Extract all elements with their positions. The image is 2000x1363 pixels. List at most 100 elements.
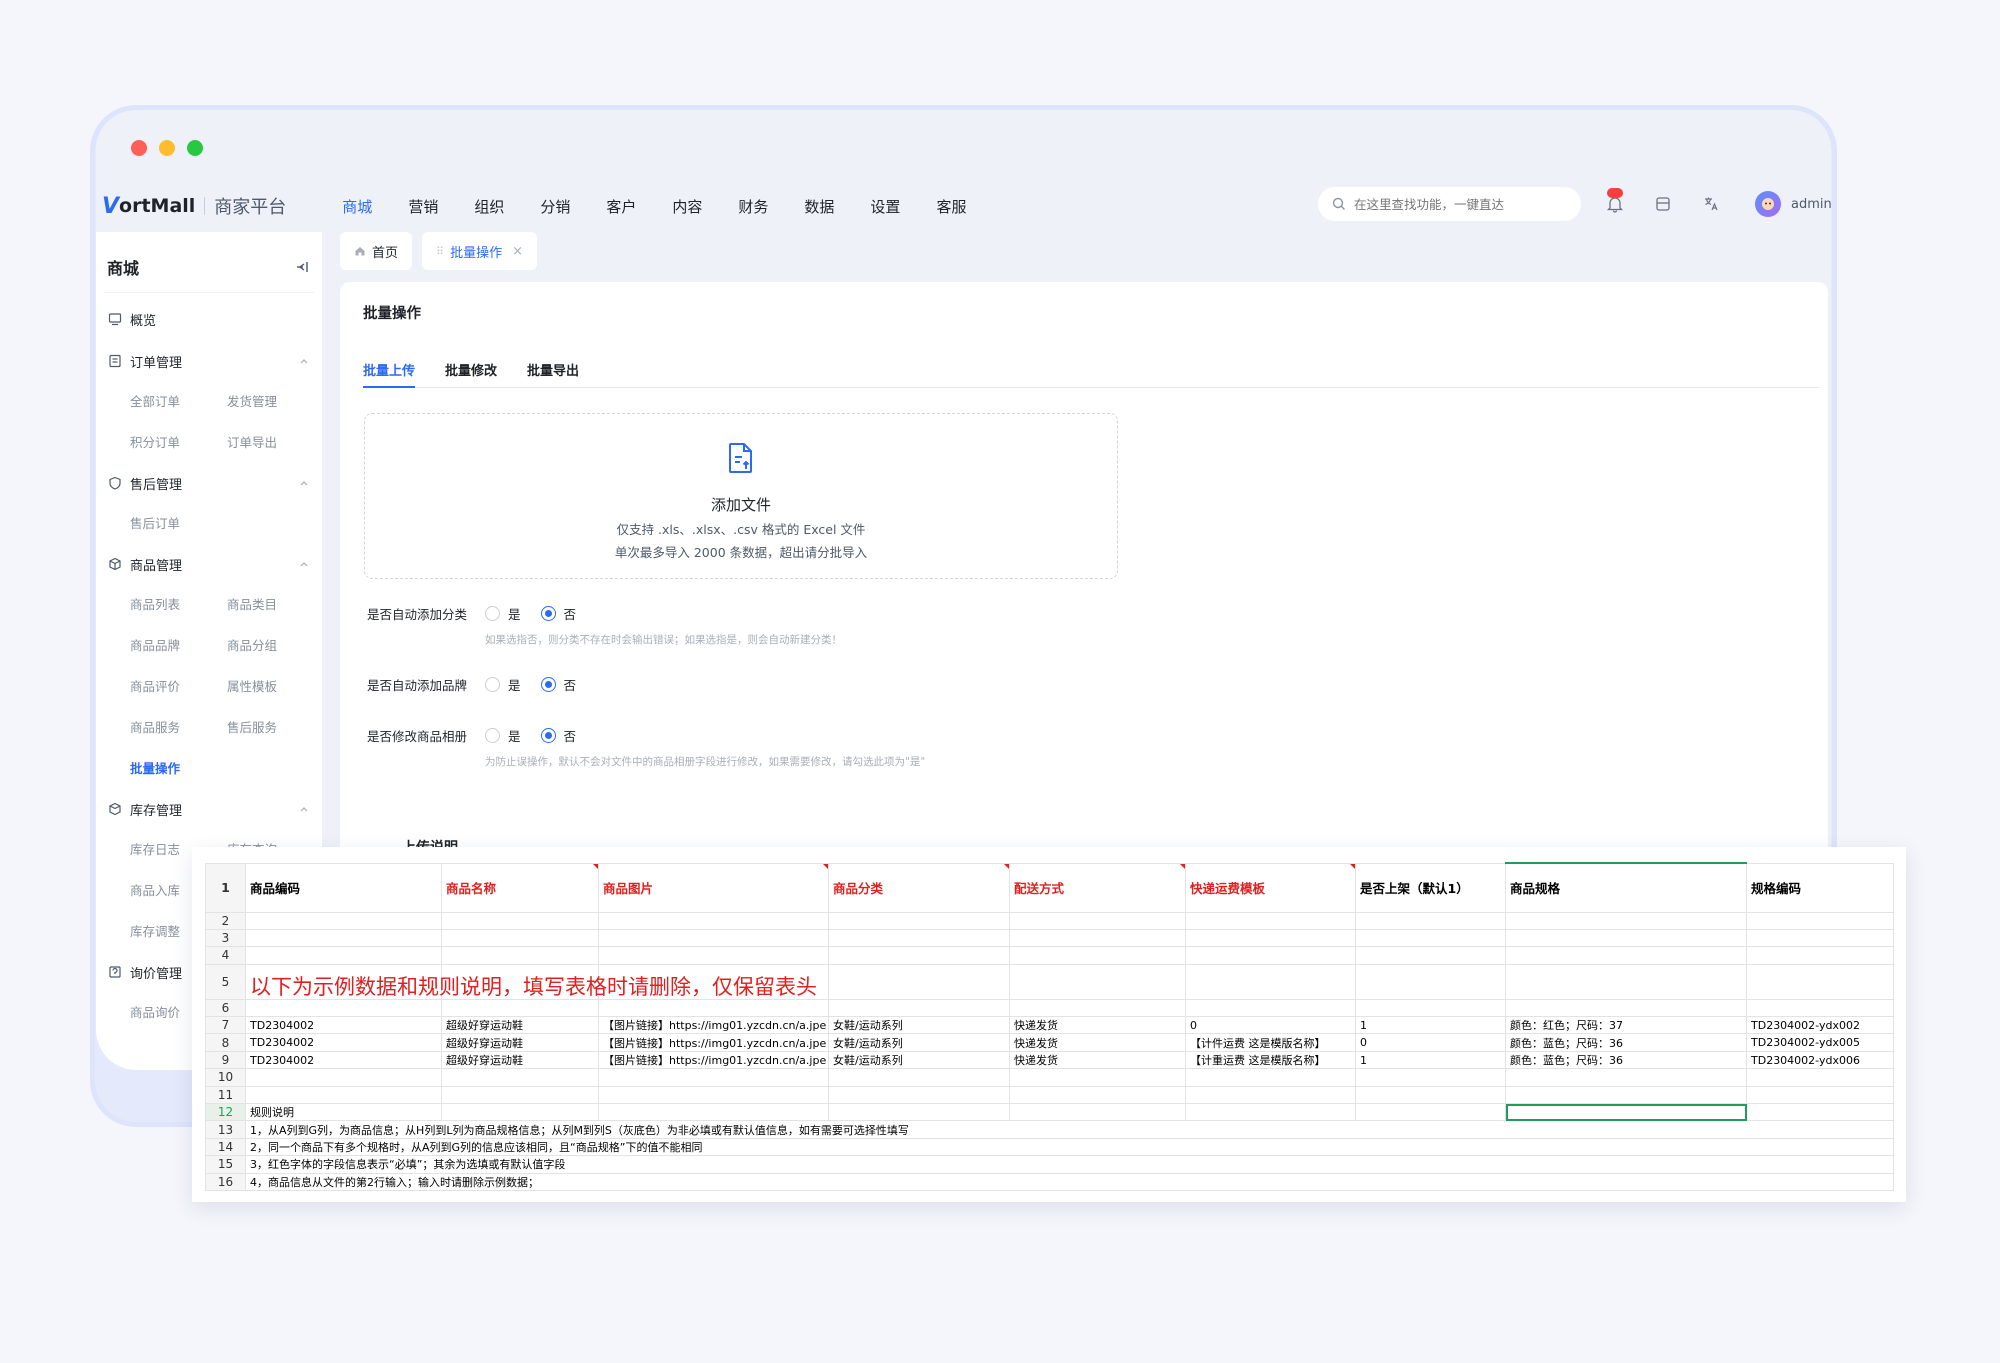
cell[interactable] <box>598 928 829 948</box>
cell[interactable]: 0 <box>1185 1016 1356 1035</box>
row-number[interactable]: 11 <box>205 1085 246 1105</box>
cell[interactable] <box>1355 928 1506 948</box>
cell[interactable]: 1 <box>1355 1016 1506 1035</box>
close-icon[interactable]: × <box>512 244 523 259</box>
cell[interactable] <box>1009 1068 1186 1087</box>
cell[interactable] <box>1185 1085 1356 1105</box>
menu-item-customer[interactable]: 客户 <box>606 192 636 221</box>
cell[interactable] <box>1505 946 1747 965</box>
sidebar-item-points-orders[interactable]: 积分订单 <box>130 422 227 463</box>
sidebar-item-product-list[interactable]: 商品列表 <box>130 584 227 625</box>
cell[interactable]: 超级好穿运动鞋 <box>441 1033 599 1052</box>
cell[interactable] <box>1009 998 1186 1018</box>
tab-batch-operation[interactable]: ⠿ 批量操作 × <box>422 232 537 270</box>
cell[interactable]: 0 <box>1355 1033 1506 1052</box>
sidebar-item-product-group[interactable]: 商品分组 <box>227 625 324 666</box>
drag-handle-icon[interactable]: ⠿ <box>436 245 444 258</box>
cell[interactable]: 颜色：红色；尺码：37 <box>1505 1016 1747 1035</box>
cell[interactable] <box>1746 1085 1894 1105</box>
cell[interactable] <box>828 963 1010 1000</box>
cell[interactable] <box>598 1068 829 1087</box>
notification-button[interactable] <box>1603 188 1627 216</box>
row-number[interactable]: 16 <box>205 1172 246 1191</box>
store-button[interactable] <box>1651 192 1675 216</box>
cell[interactable] <box>1746 928 1894 948</box>
sidebar-group-orders[interactable]: 订单管理 <box>96 341 322 381</box>
cell[interactable]: 快递发货 <box>1009 1016 1186 1035</box>
tab-batch-export[interactable]: 批量导出 <box>527 360 579 388</box>
search-input[interactable] <box>1354 196 1574 212</box>
menu-item-distribution[interactable]: 分销 <box>540 192 570 221</box>
cell[interactable]: TD2304002 <box>245 1050 442 1070</box>
cell[interactable] <box>828 1068 1010 1087</box>
cell[interactable]: TD2304002 <box>245 1033 442 1052</box>
cell[interactable]: TD2304002-ydx002 <box>1746 1016 1894 1035</box>
cell[interactable] <box>828 998 1010 1018</box>
file-upload-area[interactable]: 添加文件 仅支持 .xls、.xlsx、.csv 格式的 Excel 文件 单次… <box>364 413 1118 579</box>
row-number[interactable]: 5 <box>205 963 246 1000</box>
row-number[interactable]: 10 <box>205 1068 246 1087</box>
cell[interactable] <box>441 928 599 948</box>
menu-item-service[interactable]: 客服 <box>936 192 966 221</box>
header-cell[interactable]: 商品分类 <box>828 862 1010 913</box>
cell[interactable] <box>828 1103 1010 1122</box>
header-cell[interactable]: 商品编码 <box>245 862 442 913</box>
cell[interactable] <box>1505 911 1747 930</box>
sidebar-item-aftersale-orders[interactable]: 售后订单 <box>130 503 227 544</box>
global-search[interactable] <box>1318 187 1581 221</box>
cell[interactable]: 1 <box>1355 1050 1506 1070</box>
cell[interactable]: 【图片链接】https://img01.yzcdn.cn/a.jpe <box>598 1050 829 1070</box>
cell[interactable] <box>1009 963 1186 1000</box>
radio-yes[interactable]: 是 <box>485 726 521 745</box>
sidebar-item-aftersale-service[interactable]: 售后服务 <box>227 707 324 748</box>
cell[interactable] <box>1505 928 1747 948</box>
cell[interactable] <box>1009 911 1186 930</box>
sidebar-item-batch-operation[interactable]: 批量操作 <box>130 748 227 789</box>
logo[interactable]: V ortMall 商家平台 <box>102 193 286 219</box>
row-number[interactable]: 6 <box>205 998 246 1018</box>
cell[interactable] <box>441 946 599 965</box>
cell[interactable]: 超级好穿运动鞋 <box>441 1016 599 1035</box>
translate-button[interactable] <box>1699 192 1723 216</box>
sidebar-group-products[interactable]: 商品管理 <box>96 544 322 584</box>
cell[interactable] <box>1355 911 1506 930</box>
cell[interactable] <box>1355 946 1506 965</box>
cell[interactable]: 【图片链接】https://img01.yzcdn.cn/a.jpe <box>598 1033 829 1052</box>
cell[interactable] <box>1505 998 1747 1018</box>
tab-batch-upload[interactable]: 批量上传 <box>363 360 416 388</box>
cell[interactable]: 颜色：蓝色；尺码：36 <box>1505 1033 1747 1052</box>
cell[interactable] <box>1355 1085 1506 1105</box>
cell[interactable] <box>1355 1068 1506 1087</box>
radio-no[interactable]: 否 <box>540 604 576 623</box>
cell[interactable]: 颜色：蓝色；尺码：36 <box>1505 1050 1747 1070</box>
cell[interactable] <box>598 911 829 930</box>
cell[interactable]: TD2304002-ydx006 <box>1746 1050 1894 1070</box>
row-number[interactable]: 8 <box>205 1033 246 1052</box>
cell[interactable]: 规则说明 <box>245 1103 442 1122</box>
cell[interactable] <box>1185 1103 1356 1122</box>
sidebar-item-overview[interactable]: 概览 <box>96 299 322 339</box>
cell[interactable] <box>1185 911 1356 930</box>
cell[interactable] <box>1505 1068 1747 1087</box>
cell[interactable] <box>1746 1068 1894 1087</box>
cell[interactable] <box>1746 963 1894 1000</box>
row-number[interactable]: 13 <box>205 1120 246 1139</box>
cell[interactable] <box>1009 946 1186 965</box>
menu-item-data[interactable]: 数据 <box>804 192 834 221</box>
sidebar-item-product-brand[interactable]: 商品品牌 <box>130 625 227 666</box>
header-cell[interactable]: 快递运费模板 <box>1185 862 1356 913</box>
tab-home[interactable]: 首页 <box>340 232 413 270</box>
rule-cell[interactable]: 3，红色字体的字段信息表示“必填”；其余为选填或有默认值字段 <box>245 1155 1894 1174</box>
row-number[interactable]: 3 <box>205 928 246 948</box>
row-number[interactable]: 2 <box>205 911 246 930</box>
cell[interactable] <box>1746 946 1894 965</box>
maximize-dot[interactable] <box>187 140 203 156</box>
header-cell[interactable]: 商品规格 <box>1505 862 1747 913</box>
row-number[interactable]: 15 <box>205 1155 246 1174</box>
cell[interactable] <box>828 928 1010 948</box>
cell[interactable]: TD2304002 <box>245 1016 442 1035</box>
cell[interactable] <box>1355 998 1506 1018</box>
cell[interactable] <box>1009 1103 1186 1122</box>
cell[interactable] <box>1746 998 1894 1018</box>
cell[interactable] <box>441 1068 599 1087</box>
